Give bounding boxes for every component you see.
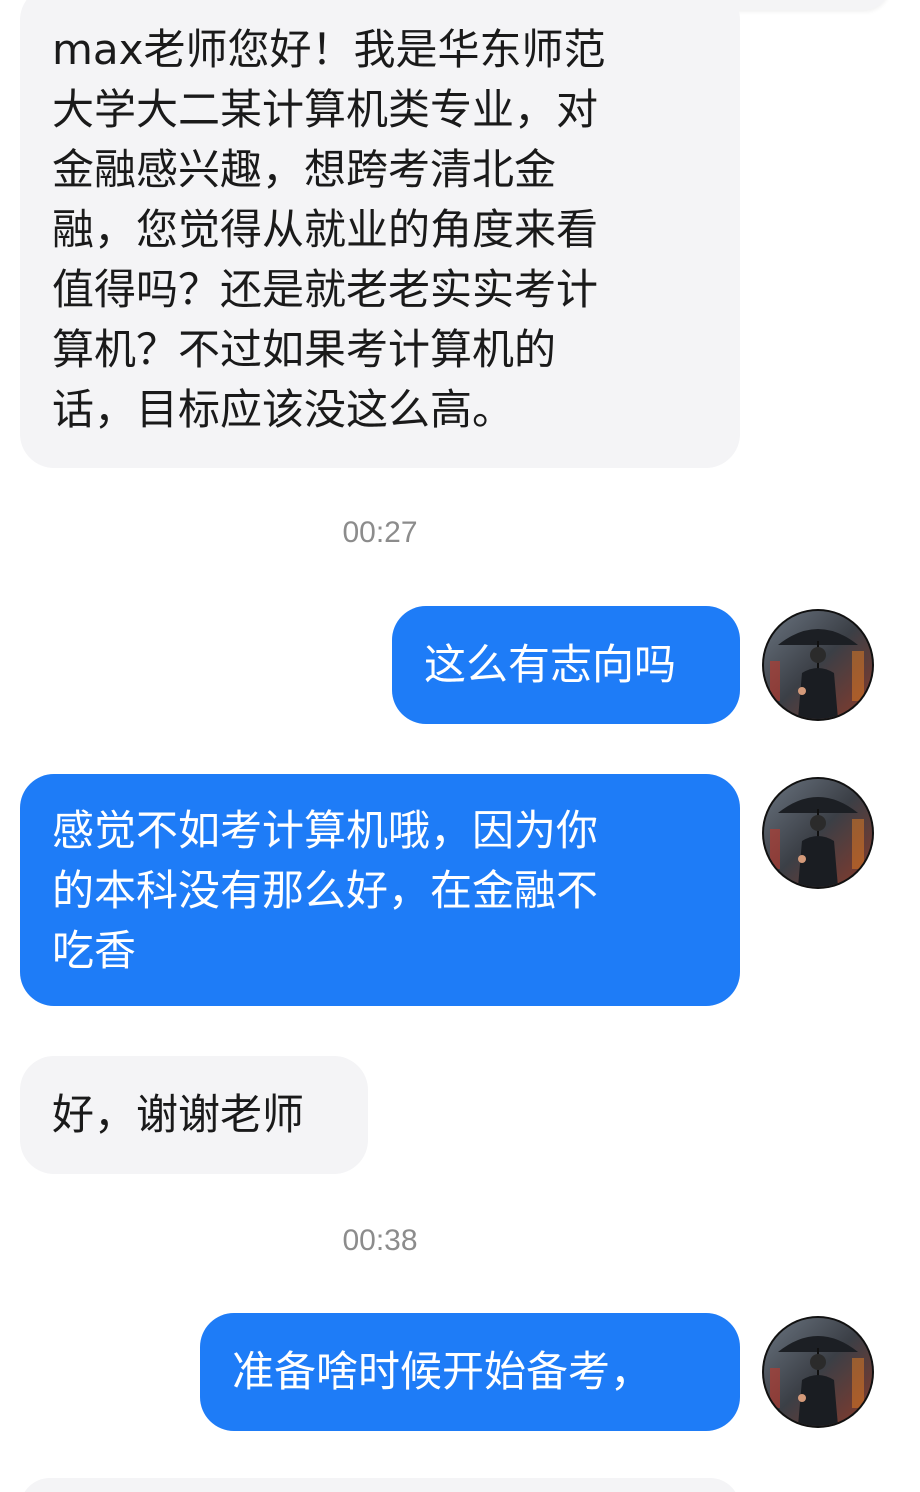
message-timestamp: 00:38 (342, 1224, 418, 1257)
incoming-message-bubble[interactable]: 好，谢谢老师 (20, 1056, 368, 1174)
sender-avatar[interactable] (764, 779, 872, 887)
outgoing-message-bubble[interactable]: 感觉不如考计算机哦，因为你 的本科没有那么好，在金融不 吃香 (20, 774, 740, 1006)
outgoing-message-bubble[interactable]: 准备啥时候开始备考， (200, 1313, 740, 1431)
incoming-message-bubble[interactable]: max老师您好！我是华东师范 大学大二某计算机类专业，对 金融感兴趣，想跨考清北… (20, 0, 740, 468)
man-with-umbrella-avatar-icon (764, 611, 872, 719)
outgoing-message-bubble[interactable]: 这么有志向吗 (392, 606, 740, 724)
next-message-edge (20, 1478, 740, 1492)
sender-avatar[interactable] (764, 1318, 872, 1426)
man-with-umbrella-avatar-icon (764, 779, 872, 887)
message-timestamp: 00:27 (342, 516, 418, 549)
man-with-umbrella-avatar-icon (764, 1318, 872, 1426)
sender-avatar[interactable] (764, 611, 872, 719)
chat-conversation[interactable]: max老师您好！我是华东师范 大学大二某计算机类专业，对 金融感兴趣，想跨考清北… (0, 0, 920, 1492)
